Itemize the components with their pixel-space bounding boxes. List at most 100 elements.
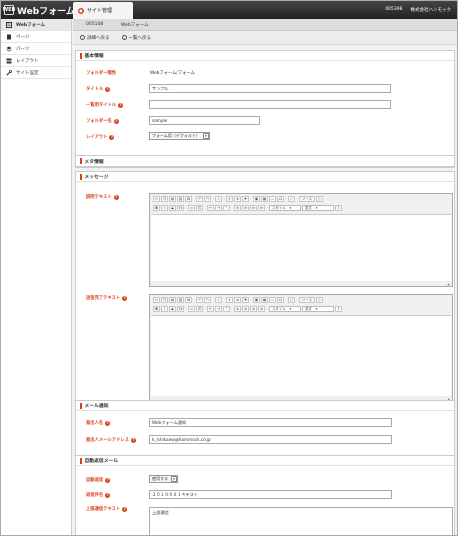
- reply-subject-input[interactable]: ２０１６０８１４テスト: [149, 490, 392, 499]
- sidebar-item-webform[interactable]: Webフォーム: [1, 19, 71, 31]
- undo-icon[interactable]: ↶: [196, 195, 203, 202]
- help-icon[interactable]: ?: [118, 102, 124, 108]
- bold-icon[interactable]: B: [153, 204, 160, 211]
- copy-icon[interactable]: ❐: [161, 296, 168, 303]
- help-icon[interactable]: ?: [109, 134, 115, 140]
- unlink-icon[interactable]: ⚮: [234, 195, 241, 202]
- numbered-list-icon[interactable]: ≔: [188, 204, 195, 211]
- italic-icon[interactable]: I: [161, 305, 168, 312]
- align-right-icon[interactable]: ≡: [250, 305, 257, 312]
- help-button[interactable]: ?: [335, 204, 342, 211]
- align-left-icon[interactable]: ≡: [234, 305, 241, 312]
- sidebar-item-layout[interactable]: レイアウト: [1, 55, 71, 67]
- cut-icon[interactable]: ✂: [153, 195, 160, 202]
- link-icon[interactable]: ⚭: [226, 195, 233, 202]
- layout-select[interactable]: フォーム用（デフォルト） ▾: [149, 132, 210, 140]
- remove-format-icon[interactable]: Tx: [177, 305, 184, 312]
- align-justify-icon[interactable]: ≡: [258, 305, 265, 312]
- paste-text-icon[interactable]: ▥: [177, 195, 184, 202]
- hr-icon[interactable]: —: [269, 195, 276, 202]
- link-icon[interactable]: ⚭: [226, 296, 233, 303]
- company-name[interactable]: 株式会社ハンモック: [411, 7, 452, 13]
- spellcheck-icon[interactable]: ✓: [215, 296, 222, 303]
- help-icon[interactable]: ?: [113, 118, 119, 124]
- description-editor[interactable]: ✂ ❐ ▤ ▥ W ↶ ↷ ✓ ⚭ ⚮ ⚑ ▣ ▦ — Ω ⤢ ソース ▯ B …: [149, 193, 453, 287]
- help-icon[interactable]: ?: [122, 295, 128, 301]
- site-management-tab[interactable]: ● サイト管理: [73, 2, 133, 19]
- indent-icon[interactable]: ⇥: [215, 305, 222, 312]
- align-center-icon[interactable]: ≡: [242, 305, 249, 312]
- blockquote-icon[interactable]: ”: [223, 305, 230, 312]
- back-to-list-link[interactable]: ‹ 一覧へ戻る: [121, 35, 151, 41]
- outdent-icon[interactable]: ⇤: [207, 204, 214, 211]
- help-icon[interactable]: ?: [105, 86, 111, 92]
- align-justify-icon[interactable]: ≡: [258, 204, 265, 211]
- image-icon[interactable]: ▣: [253, 296, 260, 303]
- help-icon[interactable]: ?: [113, 194, 119, 200]
- back-to-detail-link[interactable]: ‹ 詳細へ戻る: [80, 35, 110, 41]
- help-icon[interactable]: ?: [105, 477, 111, 483]
- image-icon[interactable]: ▣: [253, 195, 260, 202]
- table-icon[interactable]: ▦: [261, 195, 268, 202]
- maximize-icon[interactable]: ⤢: [288, 195, 295, 202]
- paste-text-icon[interactable]: ▥: [177, 296, 184, 303]
- anchor-icon[interactable]: ⚑: [242, 296, 249, 303]
- help-icon[interactable]: ?: [122, 506, 128, 512]
- auto-reply-select[interactable]: 使用する ▾: [149, 475, 178, 483]
- spellcheck-icon[interactable]: ✓: [215, 195, 222, 202]
- cut-icon[interactable]: ✂: [153, 296, 160, 303]
- align-left-icon[interactable]: ≡: [234, 204, 241, 211]
- meta-info-panel[interactable]: メタ情報: [75, 155, 455, 167]
- undo-icon[interactable]: ↶: [196, 296, 203, 303]
- style-dropdown[interactable]: スタイル ▾: [269, 204, 301, 211]
- maximize-icon[interactable]: ⤢: [288, 296, 295, 303]
- special-char-icon[interactable]: Ω: [277, 195, 284, 202]
- upper-text-textarea[interactable]: 上部通信: [149, 507, 453, 535]
- bullet-list-icon[interactable]: ☰: [196, 305, 203, 312]
- sidebar-item-page[interactable]: ページ: [1, 31, 71, 43]
- format-dropdown[interactable]: 書式 ▾: [302, 305, 334, 312]
- copy-icon[interactable]: ❐: [161, 195, 168, 202]
- help-icon[interactable]: ?: [105, 420, 111, 426]
- redo-icon[interactable]: ↷: [204, 296, 211, 303]
- indent-icon[interactable]: ⇥: [215, 204, 222, 211]
- title-input[interactable]: サンプル: [149, 84, 391, 93]
- sender-name-input[interactable]: Webフォーム通知: [149, 418, 392, 427]
- template-icon[interactable]: ▯: [316, 195, 324, 202]
- source-button[interactable]: ソース: [299, 296, 316, 303]
- help-icon[interactable]: ?: [105, 492, 111, 498]
- complete-editor[interactable]: ✂ ❐ ▤ ▥ W ↶ ↷ ✓ ⚭ ⚮ ⚑ ▣ ▦ — Ω ⤢ ソース ▯ B …: [149, 294, 453, 402]
- description-editor-body[interactable]: [151, 214, 451, 281]
- source-button[interactable]: ソース: [299, 195, 316, 202]
- special-char-icon[interactable]: Ω: [277, 296, 284, 303]
- list-title-input[interactable]: [149, 100, 391, 109]
- unlink-icon[interactable]: ⚮: [234, 296, 241, 303]
- italic-icon[interactable]: I: [161, 204, 168, 211]
- bold-icon[interactable]: B: [153, 305, 160, 312]
- remove-format-icon[interactable]: Tx: [177, 204, 184, 211]
- paste-word-icon[interactable]: W: [185, 195, 192, 202]
- app-logo[interactable]: WEB Webフォーム: [3, 4, 75, 17]
- redo-icon[interactable]: ↷: [204, 195, 211, 202]
- paste-icon[interactable]: ▤: [169, 195, 176, 202]
- paste-word-icon[interactable]: W: [185, 296, 192, 303]
- sender-email-input[interactable]: k_ishikawa@hammock.co.jp: [149, 435, 392, 444]
- style-dropdown[interactable]: スタイル ▾: [269, 305, 301, 312]
- folder-name-input[interactable]: sample: [149, 116, 260, 125]
- outdent-icon[interactable]: ⇤: [207, 305, 214, 312]
- align-center-icon[interactable]: ≡: [242, 204, 249, 211]
- strike-icon[interactable]: S: [169, 305, 176, 312]
- strike-icon[interactable]: S: [169, 204, 176, 211]
- table-icon[interactable]: ▦: [261, 296, 268, 303]
- help-button[interactable]: ?: [335, 305, 342, 312]
- help-icon[interactable]: ?: [130, 437, 136, 443]
- align-right-icon[interactable]: ≡: [250, 204, 257, 211]
- hr-icon[interactable]: —: [269, 296, 276, 303]
- template-icon[interactable]: ▯: [316, 296, 324, 303]
- resize-handle-icon[interactable]: ◢: [447, 282, 451, 286]
- sidebar-item-site-settings[interactable]: サイト設定: [1, 67, 71, 79]
- sidebar-item-parts[interactable]: パーツ: [1, 43, 71, 55]
- blockquote-icon[interactable]: ”: [223, 204, 230, 211]
- numbered-list-icon[interactable]: ≔: [188, 305, 195, 312]
- bullet-list-icon[interactable]: ☰: [196, 204, 203, 211]
